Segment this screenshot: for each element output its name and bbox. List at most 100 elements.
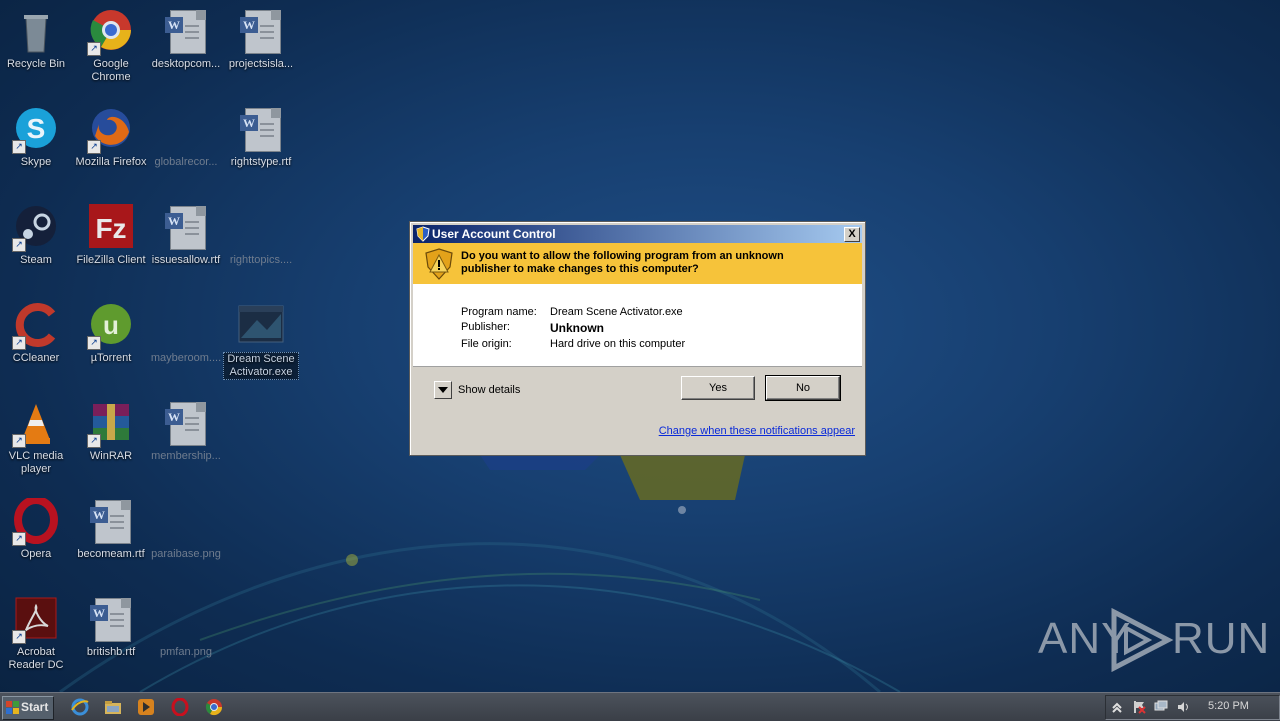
desktop-icon-label: Acrobat Reader DC: [8, 646, 64, 671]
clock[interactable]: 5:20 PM: [1208, 700, 1249, 712]
desktop-icon-label: FileZilla Client: [76, 254, 146, 266]
desktop-icon-acrobat[interactable]: ↗ Acrobat Reader DC: [0, 592, 74, 684]
desktop-icon-rightstype[interactable]: W rightstype.rtf: [223, 102, 299, 194]
desktop-icon-righttopics[interactable]: righttopics....: [223, 200, 299, 292]
desktop-icon-label: desktopcom...: [151, 58, 221, 70]
desktop-icon-britishb[interactable]: W britishb.rtf: [73, 592, 149, 684]
internet-explorer-icon[interactable]: [71, 698, 89, 716]
desktop-icon-opera[interactable]: ↗ Opera: [0, 494, 74, 586]
desktop-icon-chrome[interactable]: ↗ Google Chrome: [73, 4, 149, 96]
network-icon[interactable]: [1154, 700, 1168, 714]
firefox-icon: ↗: [87, 106, 135, 154]
desktop-icon-label: µTorrent: [90, 352, 132, 364]
uac-question: Do you want to allow the following progr…: [461, 250, 784, 275]
field-value: Unknown: [550, 321, 604, 335]
opera-icon: ↗: [12, 496, 60, 546]
watermark-text-right: RUN: [1172, 614, 1271, 663]
desktop-icon-label: Opera: [20, 548, 52, 560]
recycle-bin-icon: [12, 8, 60, 56]
action-center-flag-icon[interactable]: [1132, 700, 1146, 714]
desktop-icon-steam[interactable]: ↗ Steam: [0, 200, 74, 292]
blank-file-icon: [162, 106, 210, 154]
notification-settings-link[interactable]: Change when these notifications appear: [659, 425, 855, 437]
show-details-label[interactable]: Show details: [458, 384, 520, 396]
field-key: Program name:: [461, 306, 537, 318]
word-document-icon: W: [162, 204, 210, 252]
desktop-icon-paraibase[interactable]: paraibase.png: [148, 494, 224, 586]
desktop-icon-label: globalrecor...: [154, 156, 218, 168]
desktop-icon-label: rightstype.rtf: [230, 156, 292, 168]
desktop-icon-label: Recycle Bin: [6, 58, 66, 70]
media-player-icon[interactable]: [137, 698, 155, 716]
desktop-icon-label: projectsisla...: [228, 58, 294, 70]
taskbar: Start 5:20 PM: [0, 692, 1280, 721]
start-button[interactable]: Start: [2, 696, 54, 720]
field-key: Publisher:: [461, 321, 510, 333]
desktop-icon-dream-scene-activator[interactable]: Dream Scene Activator.exe: [223, 298, 299, 390]
desktop-icon-firefox[interactable]: ↗ Mozilla Firefox: [73, 102, 149, 194]
desktop-icon-ccleaner[interactable]: ↗ CCleaner: [0, 298, 74, 390]
filezilla-icon: Fz: [87, 204, 135, 252]
chrome-icon[interactable]: [205, 698, 223, 716]
yes-button[interactable]: Yes: [681, 376, 755, 400]
shortcut-arrow-icon: ↗: [12, 630, 26, 644]
word-document-icon: W: [237, 8, 285, 56]
field-key: File origin:: [461, 338, 512, 350]
shortcut-arrow-icon: ↗: [12, 238, 26, 252]
play-logo-icon: [1111, 608, 1174, 672]
uac-titlebar[interactable]: User Account Control X: [413, 225, 862, 243]
desktop-icon-mayberoom[interactable]: mayberoom....: [148, 298, 224, 390]
desktop-icon-label: issuesallow.rtf: [151, 254, 221, 266]
winrar-icon: ↗: [87, 400, 135, 448]
desktop-icon-utorrent[interactable]: u ↗ µTorrent: [73, 298, 149, 390]
desktop-icon-label: Mozilla Firefox: [75, 156, 147, 168]
desktop-icon-globalrecor[interactable]: globalrecor...: [148, 102, 224, 194]
desktop-icon-membership[interactable]: W membership...: [148, 396, 224, 488]
skype-icon: S ↗: [12, 106, 60, 154]
svg-text:u: u: [103, 310, 119, 340]
blank-file-icon: [162, 596, 210, 644]
show-hidden-icons-icon[interactable]: [1110, 700, 1124, 714]
shortcut-arrow-icon: ↗: [87, 42, 101, 56]
desktop-icon-label: Steam: [20, 254, 52, 266]
desktop-icon-label: mayberoom....: [150, 352, 222, 364]
blank-file-icon: [162, 498, 210, 546]
desktop-icon-label: pmfan.png: [160, 646, 212, 658]
system-tray: 5:20 PM: [1105, 695, 1280, 720]
field-value: Hard drive on this computer: [550, 338, 686, 350]
word-document-icon: W: [162, 400, 210, 448]
desktop-icon-pmfan[interactable]: pmfan.png: [148, 592, 224, 684]
opera-icon[interactable]: [171, 698, 189, 716]
desktop-icon-label: VLC media player: [8, 450, 64, 475]
steam-icon: ↗: [12, 204, 60, 252]
close-button[interactable]: X: [844, 227, 860, 242]
no-button[interactable]: No: [765, 375, 841, 401]
desktop-icon-projectsisla[interactable]: W projectsisla...: [223, 4, 299, 96]
desktop-icon-label: Google Chrome: [91, 58, 131, 83]
blank-file-icon: [237, 204, 285, 252]
desktop-icon-vlc[interactable]: ↗ VLC media player: [0, 396, 74, 488]
ccleaner-icon: ↗: [12, 302, 60, 350]
uac-shield-icon: [416, 226, 430, 242]
desktop-icon-skype[interactable]: S ↗ Skype: [0, 102, 74, 194]
desktop-icon-filezilla[interactable]: Fz FileZilla Client: [73, 200, 149, 292]
warning-shield-icon: [425, 248, 453, 280]
desktop-icon-label: WinRAR: [89, 450, 133, 462]
show-details-toggle[interactable]: [434, 381, 452, 399]
desktop-icon-recycle-bin[interactable]: Recycle Bin: [0, 4, 74, 96]
desktop-icon-desktopcom[interactable]: W desktopcom...: [148, 4, 224, 96]
desktop-icon-becomeam[interactable]: W becomeam.rtf: [73, 494, 149, 586]
blank-file-icon: [162, 302, 210, 350]
desktop-icon-label: britishb.rtf: [86, 646, 136, 658]
windows-flag-icon: [6, 701, 19, 714]
desktop-icon-winrar[interactable]: ↗ WinRAR: [73, 396, 149, 488]
desktop-icon-label: paraibase.png: [151, 548, 221, 560]
uac-dialog: User Account Control X Do you want to al…: [409, 221, 866, 456]
windows-explorer-icon[interactable]: [104, 698, 122, 716]
vlc-icon: ↗: [12, 400, 60, 448]
chrome-icon: ↗: [87, 8, 135, 56]
desktop-icon-issuesallow[interactable]: W issuesallow.rtf: [148, 200, 224, 292]
utorrent-icon: u ↗: [87, 302, 135, 350]
volume-icon[interactable]: [1176, 700, 1190, 714]
desktop-icon-label: CCleaner: [12, 352, 60, 364]
